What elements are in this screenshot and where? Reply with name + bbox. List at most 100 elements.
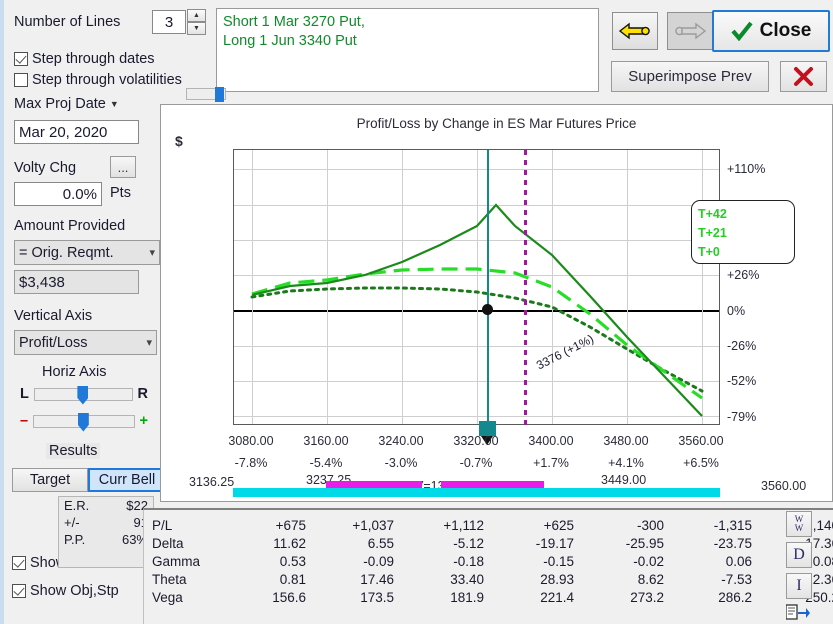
show-obj-stp-checkbox[interactable]: Show Obj,Stp <box>12 583 119 599</box>
y-axis-unit-label: $ <box>175 133 183 149</box>
current-price-line <box>487 150 489 426</box>
chart-panel: Profit/Loss by Change in ES Mar Futures … <box>160 104 833 502</box>
chart-top-slider[interactable] <box>186 87 226 102</box>
tab-target[interactable]: Target <box>12 468 88 492</box>
result-row: +/- 91 <box>59 514 153 531</box>
back-arrow-icon <box>618 22 650 40</box>
stepper-down-icon[interactable]: ▼ <box>187 22 206 35</box>
number-of-lines-input[interactable]: 3 <box>152 10 186 34</box>
greeks-cell: -0.18 <box>453 554 484 569</box>
greeks-cell: -23.75 <box>713 536 752 551</box>
daily-toggle-button[interactable]: D <box>786 542 812 568</box>
stepper-up-icon[interactable]: ▲ <box>187 9 206 22</box>
checkmark-icon <box>731 21 753 41</box>
greeks-cell: 0.06 <box>725 554 752 569</box>
legend-label: T+42 <box>698 206 727 221</box>
vertical-axis-value: Profit/Loss <box>19 334 88 351</box>
greeks-cell: 28.93 <box>540 572 574 587</box>
checkbox-icon <box>14 73 28 87</box>
series-curves <box>250 203 704 417</box>
results-summary-box: E.R. $22 +/- 91 P.P. 63% <box>58 496 154 568</box>
x-tick-label: 3560.00 <box>678 434 724 448</box>
right-tick-label: -52% <box>727 374 757 388</box>
horiz-axis-pan-slider[interactable]: L R <box>20 385 148 405</box>
step-through-dates-label: Step through dates <box>32 51 155 67</box>
greeks-cell: 221.4 <box>540 590 574 605</box>
step-through-volatilities-checkbox[interactable]: Step through volatilities <box>14 72 182 88</box>
max-proj-date-label: Max Proj Date <box>14 96 106 112</box>
zoom-plus-label: + <box>139 413 148 429</box>
weekly-toggle-button[interactable]: W W <box>786 511 812 537</box>
greeks-row-label: P/L <box>152 518 173 533</box>
right-tick-label: -79% <box>727 410 757 424</box>
result-name: E.R. <box>64 498 90 513</box>
slider-thumb[interactable] <box>77 412 89 432</box>
step-through-volatilities-label: Step through volatilities <box>32 72 182 88</box>
x-tick-label: 3480.00 <box>603 434 649 448</box>
chart-title: Profit/Loss by Change in ES Mar Futures … <box>356 116 637 131</box>
volty-chg-options-button[interactable]: ... <box>110 156 136 178</box>
greeks-cell: 181.9 <box>450 590 484 605</box>
result-row: E.R. $22 <box>59 497 153 514</box>
horiz-axis-label: Horiz Axis <box>42 364 107 380</box>
result-row: P.P. 63% <box>59 531 153 548</box>
legend-entry: T+42 <box>698 204 788 223</box>
bell-range-bar-magenta-right <box>441 481 544 488</box>
bell-range-bar-magenta-left <box>326 481 422 488</box>
x-tick-pct-label: -5.4% <box>309 456 343 470</box>
right-tick-label: -26% <box>727 339 757 353</box>
greeks-cell: 273.2 <box>630 590 664 605</box>
amount-provided-label: Amount Provided <box>14 218 126 234</box>
x-tick-pct-label: +6.5% <box>683 456 719 470</box>
slider-thumb[interactable] <box>215 87 224 102</box>
volty-chg-input[interactable]: 0.0% <box>14 182 102 206</box>
forward-arrow-button <box>667 12 713 50</box>
trade-leg-2: Long 1 Jun 3340 Put <box>223 33 357 49</box>
checkbox-icon <box>12 556 26 570</box>
intraday-toggle-button[interactable]: I <box>786 573 812 599</box>
series-t-plus-42-line <box>251 203 703 417</box>
close-button[interactable]: Close <box>712 10 830 52</box>
export-icon <box>786 604 810 620</box>
slider-track[interactable] <box>33 385 133 405</box>
zoom-minus-label: – <box>20 413 29 429</box>
greeks-row-label: Theta <box>152 572 187 587</box>
max-proj-date-dropdown-label[interactable]: Max Proj Date ▼ <box>14 96 119 112</box>
greeks-cell: 286.2 <box>718 590 752 605</box>
greeks-cell: 17.46 <box>360 572 394 587</box>
right-tick-label: +26% <box>727 268 760 282</box>
greeks-cell: 6.55 <box>367 536 394 551</box>
delete-button[interactable] <box>780 61 827 92</box>
chevron-down-icon: ▾ <box>146 337 152 349</box>
greeks-cell: -19.17 <box>535 536 574 551</box>
result-name: +/- <box>64 515 80 530</box>
bell-label: 3449.00 <box>601 473 647 487</box>
slider-thumb[interactable] <box>77 385 89 405</box>
chart-legend: T+42 T+21 T+0 <box>691 200 795 264</box>
amount-provided-select[interactable]: = Orig. Reqmt. ▾ <box>14 240 160 265</box>
amount-value-display: $3,438 <box>14 270 139 294</box>
checkbox-icon <box>12 584 26 598</box>
legend-label: T+21 <box>698 225 727 240</box>
greeks-cell: -7.53 <box>721 572 752 587</box>
step-through-dates-checkbox[interactable]: Step through dates <box>14 51 155 67</box>
greeks-table-panel: P/L Delta Gamma Theta Vega +675 +1,037 +… <box>143 508 833 624</box>
horiz-left-label: L <box>20 386 29 402</box>
horiz-axis-zoom-slider[interactable]: – + <box>20 412 148 432</box>
plot-area: 3376 (+1%) T+42 T+21 T+0 <box>233 149 795 426</box>
superimpose-prev-button[interactable]: Superimpose Prev <box>611 61 769 92</box>
number-of-lines-stepper[interactable]: ▲ ▼ <box>187 9 206 35</box>
number-of-lines-label: Number of Lines <box>14 14 121 30</box>
greeks-cell: 173.5 <box>360 590 394 605</box>
legend-label: T+0 <box>698 244 720 259</box>
trade-description-box[interactable]: Short 1 Mar 3270 Put, Long 1 Jun 3340 Pu… <box>216 8 599 92</box>
tab-curr-bell[interactable]: Curr Bell <box>88 468 166 492</box>
max-proj-date-input[interactable]: Mar 20, 2020 <box>14 120 139 144</box>
x-tick-pct-label: +4.1% <box>608 456 644 470</box>
export-button[interactable] <box>786 602 812 622</box>
greeks-cell: +625 <box>543 518 574 533</box>
slider-track[interactable] <box>33 412 135 432</box>
back-arrow-button[interactable] <box>612 12 658 50</box>
vertical-axis-select[interactable]: Profit/Loss ▾ <box>14 330 157 355</box>
legend-entry: T+0 <box>698 242 788 261</box>
